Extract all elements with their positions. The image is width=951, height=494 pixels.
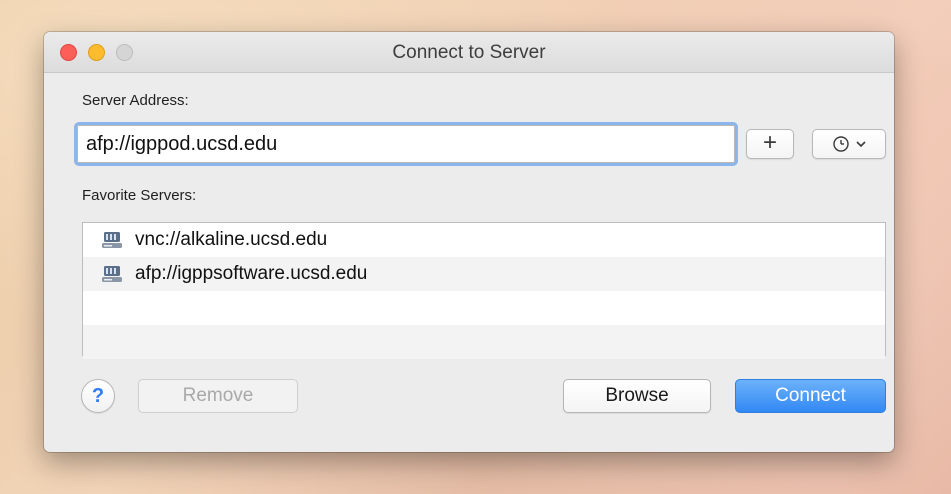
favorite-servers-list[interactable]: vnc://alkaline.ucsd.edu afp://igppsoftwa… [82,222,886,359]
browse-button[interactable]: Browse [563,379,711,413]
connect-button[interactable]: Connect [735,379,886,413]
empty-list-row [83,325,885,359]
help-button[interactable]: ? [81,379,115,413]
chevron-down-icon [856,141,866,148]
connect-to-server-window: Connect to Server Server Address: + Favo… [44,32,894,452]
server-name: vnc://alkaline.ucsd.edu [135,229,328,250]
server-name: afp://igppsoftware.ucsd.edu [135,263,368,284]
remove-button[interactable]: Remove [138,379,298,413]
network-drive-icon [102,266,122,282]
server-address-input[interactable] [74,122,738,166]
add-favorite-button[interactable]: + [746,129,794,159]
recent-servers-button[interactable] [812,129,886,159]
clock-icon [833,136,849,152]
favorite-servers-label: Favorite Servers: [82,187,197,204]
list-item[interactable]: vnc://alkaline.ucsd.edu [83,223,885,257]
network-drive-icon [102,232,122,248]
plus-icon: + [762,129,777,156]
window-title: Connect to Server [392,42,546,63]
server-address-label: Server Address: [82,92,189,109]
list-item[interactable]: afp://igppsoftware.ucsd.edu [83,257,885,291]
title-bar: Connect to Server [44,32,894,73]
empty-list-row [83,291,885,325]
